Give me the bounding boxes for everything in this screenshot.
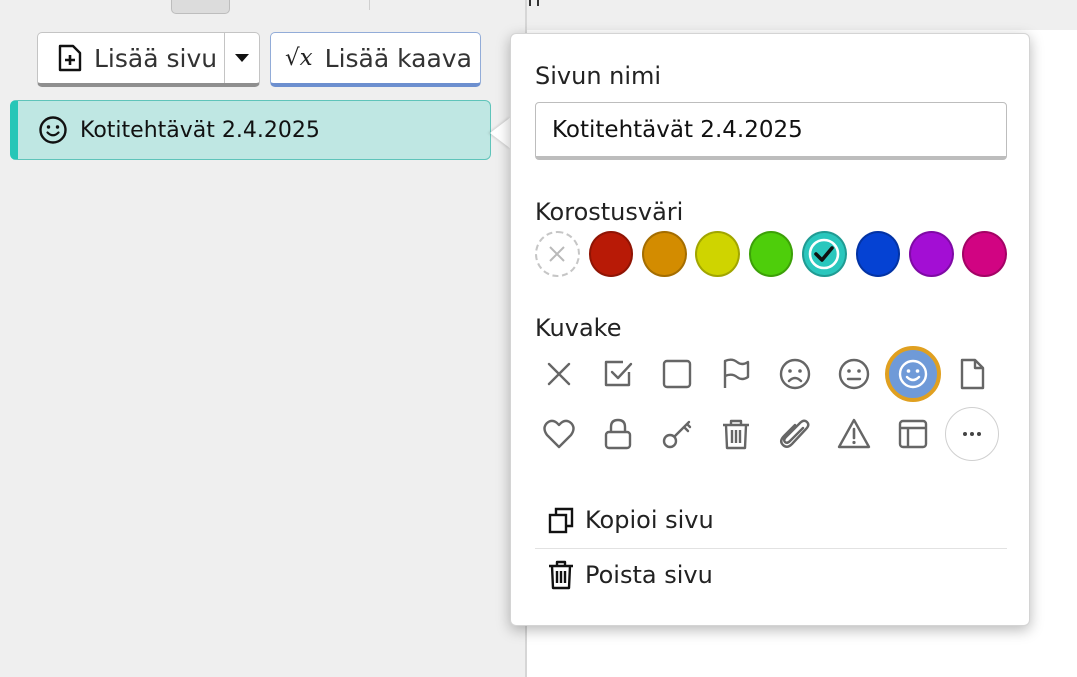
trash-icon bbox=[549, 560, 573, 590]
color-swatch-magenta[interactable] bbox=[962, 231, 1007, 277]
icon-option-key[interactable] bbox=[653, 406, 700, 462]
color-swatch-none[interactable] bbox=[535, 231, 580, 277]
color-swatch-blue[interactable] bbox=[855, 231, 901, 277]
heart-icon bbox=[542, 419, 575, 449]
checkmark-icon bbox=[809, 238, 840, 270]
more-icon bbox=[962, 432, 981, 436]
copy-page-action[interactable]: Kopioi sivu bbox=[547, 506, 714, 534]
top-tab[interactable] bbox=[171, 0, 230, 14]
smiley-icon bbox=[39, 116, 67, 144]
copy-page-label: Kopioi sivu bbox=[585, 506, 714, 534]
flag-icon bbox=[723, 358, 749, 388]
page-settings-popover: Sivun nimi Korostusväri Kuvake bbox=[510, 33, 1030, 626]
icon-label: Kuvake bbox=[535, 314, 622, 342]
delete-page-label: Poista sivu bbox=[585, 561, 713, 589]
color-swatch-teal[interactable] bbox=[802, 231, 847, 277]
popover-arrow bbox=[490, 117, 511, 149]
icon-option-sad-face[interactable] bbox=[771, 346, 818, 402]
add-formula-button[interactable]: √x Lisää kaava bbox=[270, 32, 481, 87]
caret-down-icon bbox=[235, 54, 250, 62]
icon-option-checkbox-checked[interactable] bbox=[594, 346, 641, 402]
document-icon bbox=[960, 358, 984, 390]
icon-option-lock[interactable] bbox=[594, 406, 641, 462]
icon-option-none[interactable] bbox=[535, 346, 582, 402]
add-page-button[interactable]: Lisää sivu bbox=[38, 33, 224, 83]
page-list-item[interactable]: Kotitehtävät 2.4.2025 bbox=[10, 100, 491, 160]
icon-option-table[interactable] bbox=[889, 406, 936, 462]
color-swatch-green[interactable] bbox=[748, 231, 794, 277]
trash-icon bbox=[722, 419, 749, 450]
top-cut-icon bbox=[529, 0, 539, 6]
color-swatch-row bbox=[535, 231, 1007, 277]
page-name-input[interactable] bbox=[535, 102, 1007, 160]
none-icon bbox=[547, 362, 570, 386]
key-icon bbox=[662, 420, 691, 449]
icon-option-trash[interactable] bbox=[712, 406, 759, 462]
top-separator bbox=[369, 0, 370, 10]
warning-icon bbox=[837, 418, 870, 449]
color-swatch-yellow[interactable] bbox=[695, 231, 740, 277]
icon-option-document[interactable] bbox=[948, 346, 995, 402]
icon-option-paperclip[interactable] bbox=[771, 406, 818, 462]
color-swatch-purple[interactable] bbox=[908, 231, 954, 277]
icon-row bbox=[535, 346, 1007, 402]
icon-option-checkbox-empty[interactable] bbox=[653, 346, 700, 402]
icon-option-flag[interactable] bbox=[712, 346, 759, 402]
icon-option-heart[interactable] bbox=[535, 406, 582, 462]
sad-face-icon bbox=[779, 358, 810, 390]
color-swatch-red[interactable] bbox=[588, 231, 634, 277]
delete-page-action[interactable]: Poista sivu bbox=[547, 560, 713, 590]
icon-picker-grid bbox=[535, 346, 1007, 466]
action-divider bbox=[535, 548, 1007, 549]
add-document-icon bbox=[58, 44, 82, 72]
add-page-button-group: Lisää sivu bbox=[37, 32, 260, 87]
page-name-label: Sivun nimi bbox=[535, 62, 662, 90]
page-list-item-title: Kotitehtävät 2.4.2025 bbox=[80, 117, 320, 143]
table-icon bbox=[898, 419, 927, 449]
lock-icon bbox=[604, 418, 631, 450]
add-formula-label: Lisää kaava bbox=[324, 43, 472, 73]
close-icon bbox=[549, 246, 566, 262]
icon-option-warning[interactable] bbox=[830, 406, 877, 462]
paperclip-icon bbox=[779, 419, 809, 448]
color-swatch-orange[interactable] bbox=[641, 231, 687, 277]
icon-option-more[interactable] bbox=[944, 407, 999, 461]
neutral-face-icon bbox=[838, 358, 869, 390]
checkbox-checked-icon bbox=[604, 360, 632, 387]
app-window: Lisää sivu √x Lisää kaava Kotitehtävät 2… bbox=[0, 0, 1077, 677]
icon-option-smiley[interactable] bbox=[884, 346, 941, 402]
add-page-label: Lisää sivu bbox=[94, 43, 218, 73]
copy-icon bbox=[548, 507, 574, 534]
add-page-dropdown-button[interactable] bbox=[224, 33, 259, 83]
square-root-icon: √x bbox=[285, 45, 313, 71]
icon-option-neutral-face[interactable] bbox=[830, 346, 877, 402]
highlight-color-label: Korostusväri bbox=[535, 198, 684, 226]
smiley-icon bbox=[898, 359, 927, 389]
icon-row bbox=[535, 406, 1007, 462]
checkbox-empty-icon bbox=[662, 359, 691, 389]
